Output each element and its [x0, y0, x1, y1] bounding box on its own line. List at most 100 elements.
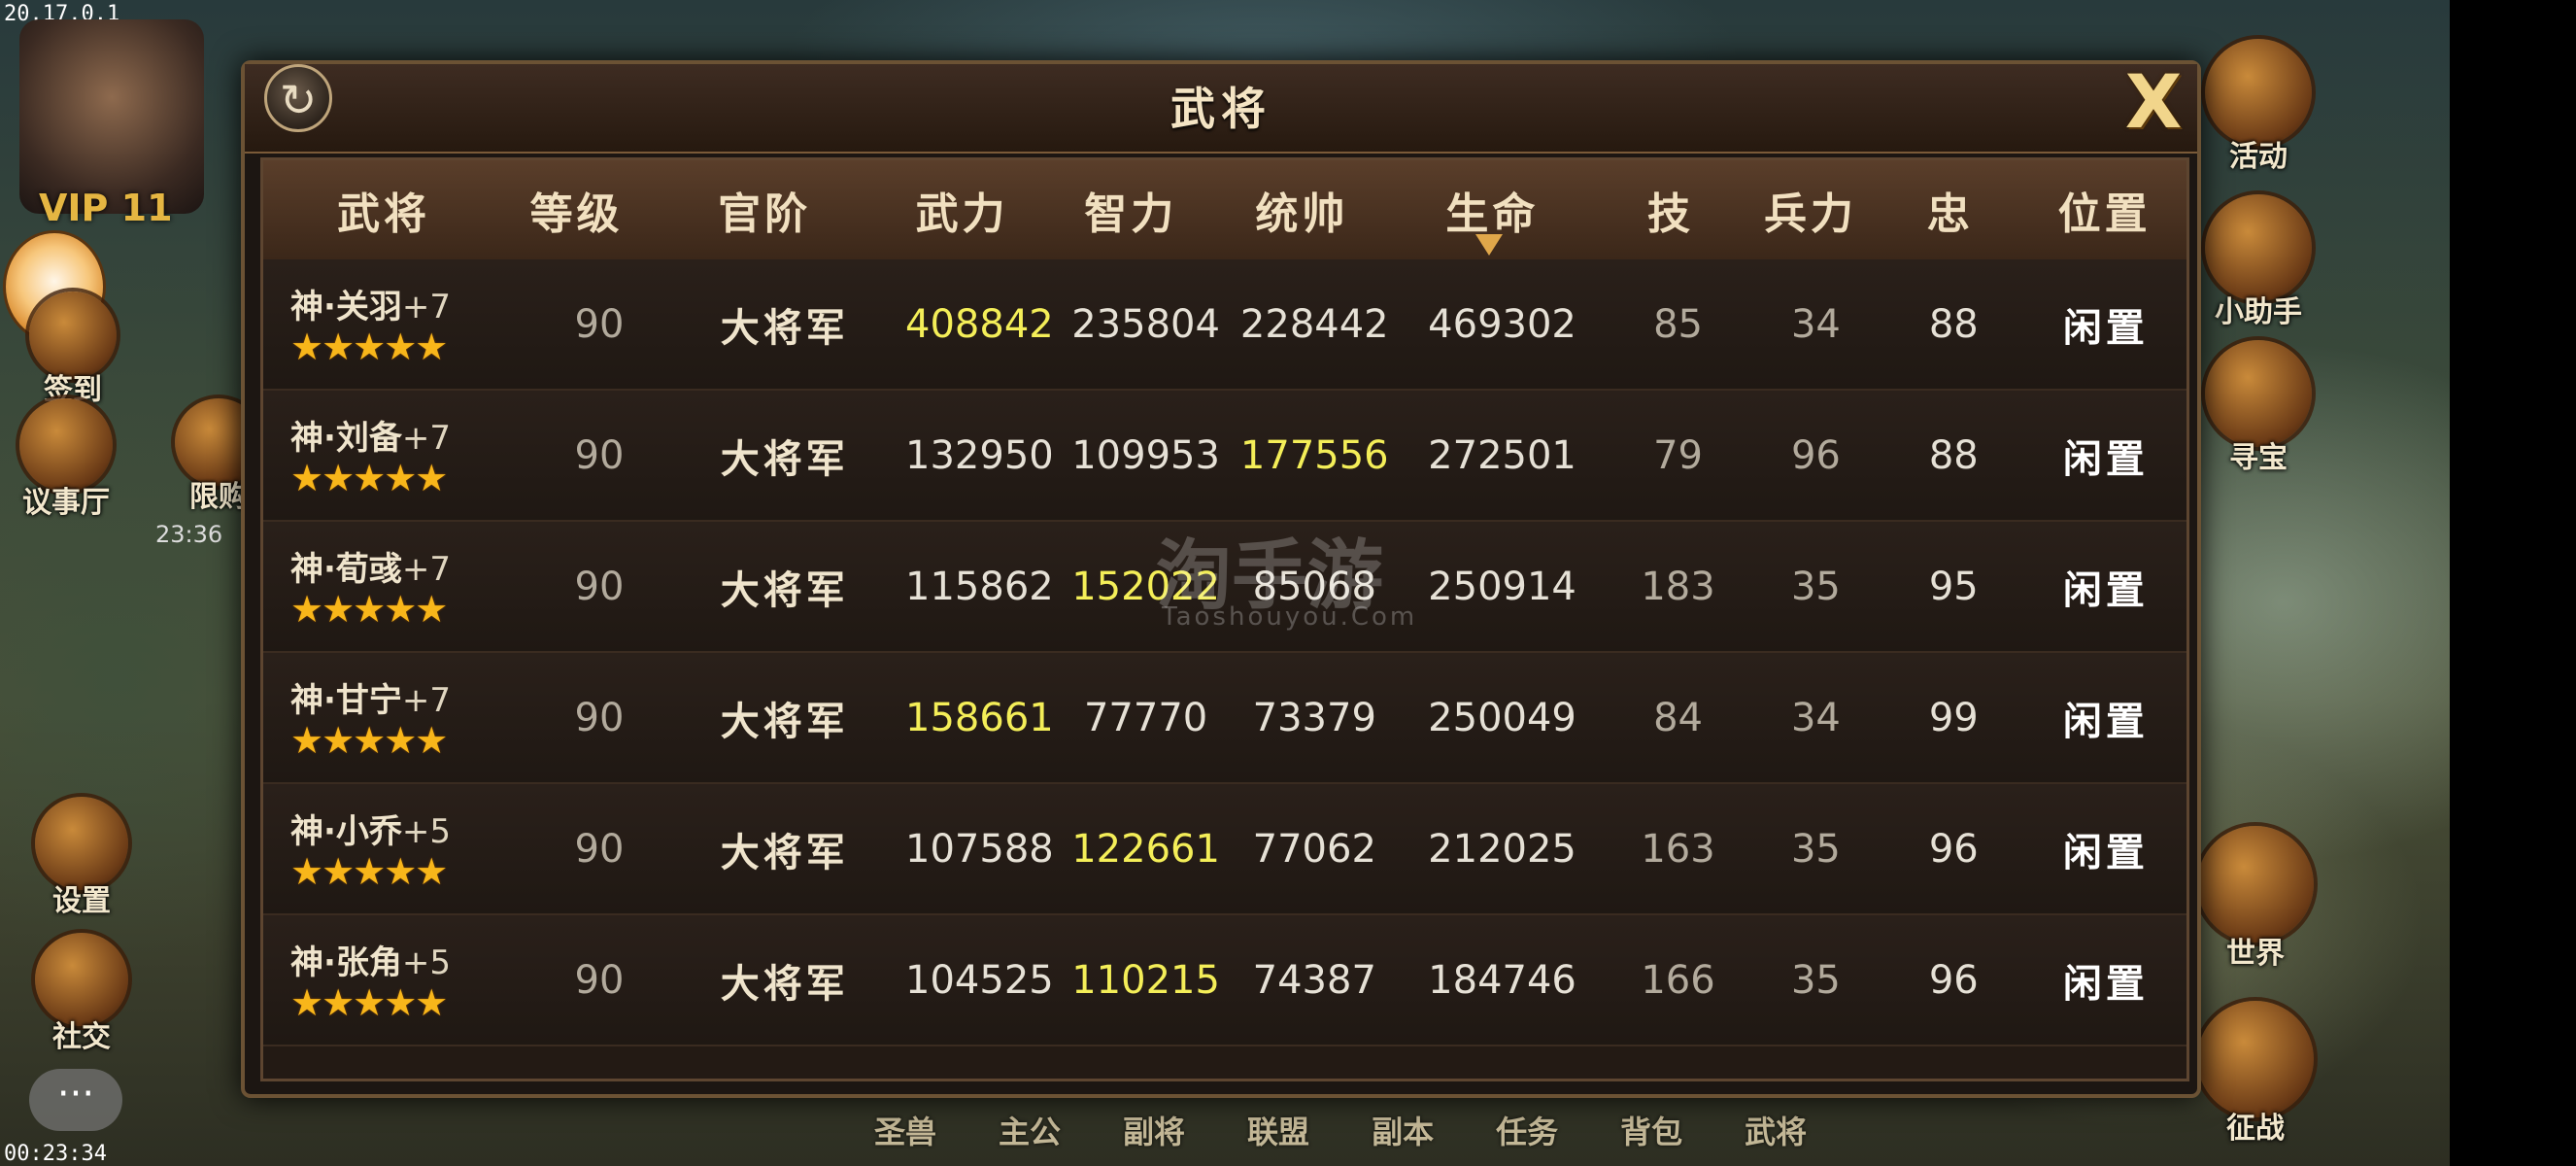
bottom-nav: 圣兽 主公 副将 联盟 副本 任务 背包 武将 [874, 1108, 1807, 1152]
position-cell[interactable]: 闲置 [2025, 428, 2186, 484]
general-name: 神·小乔+5 [290, 805, 451, 852]
limited-buy-timer: 23:36 [155, 521, 223, 548]
general-name: 神·张角+5 [290, 936, 451, 983]
command-cell: 77062 [1252, 826, 1376, 872]
general-name-text: 神·张角 [290, 943, 402, 982]
table-row[interactable]: 神·张角+5 ★★★★★ 90 大将军 104525 110215 74387 184746 1… [263, 915, 2186, 1046]
table-row[interactable]: 神·关羽+7 ★★★★★ 90 大将军 408842 235804 228442 469302… [263, 259, 2186, 391]
close-button[interactable]: X [2118, 65, 2189, 139]
general-cell: 神·甘宁+7 ★★★★★ [263, 673, 528, 762]
skill-cell: 85 [1653, 301, 1703, 347]
star-rating-icon: ★★★★★ [290, 850, 448, 893]
dialog-title: 武将 [1170, 83, 1271, 135]
council-label: 议事厅 [22, 486, 110, 520]
campaign-button[interactable]: 征战 [2197, 1001, 2314, 1147]
letterbox-right [2450, 0, 2576, 1166]
nav-deputy[interactable]: 副将 [1123, 1108, 1185, 1152]
general-name-text: 神·刘备 [290, 419, 402, 458]
header-rank[interactable]: 官阶 [649, 179, 880, 241]
chest-icon [2205, 340, 2312, 447]
intel-cell: 122661 [1071, 826, 1220, 872]
life-cell: 212025 [1428, 826, 1576, 872]
skill-cell: 79 [1653, 432, 1703, 478]
rank-cell: 大将军 [720, 699, 849, 744]
nav-lord[interactable]: 主公 [999, 1108, 1061, 1152]
assistant-button[interactable]: 小助手 [2205, 194, 2312, 330]
signin-button[interactable]: 签到 [29, 292, 117, 408]
table-row[interactable]: 神·刘备+7 ★★★★★ 90 大将军 132950 109953 177556 272501… [263, 391, 2186, 522]
social-button[interactable]: 社交 [35, 933, 128, 1055]
general-cell: 神·刘备+7 ★★★★★ [263, 411, 528, 499]
loyalty-cell: 88 [1928, 301, 1979, 347]
position-cell[interactable]: 闲置 [2025, 690, 2186, 746]
rank-cell: 大将军 [720, 436, 849, 482]
star-rating-icon: ★★★★★ [290, 719, 448, 762]
limited-buy-label: 限购 [189, 480, 248, 514]
rank-cell: 大将军 [720, 567, 849, 613]
general-name: 神·刘备+7 [290, 411, 451, 459]
loyalty-cell: 96 [1928, 957, 1979, 1003]
header-skill[interactable]: 技 [1599, 179, 1744, 241]
nav-generals[interactable]: 武将 [1745, 1108, 1807, 1152]
activity-button[interactable]: 活动 [2205, 39, 2312, 175]
general-plus: +7 [401, 550, 452, 589]
position-cell[interactable]: 闲置 [2025, 296, 2186, 353]
header-intel[interactable]: 智力 [1044, 179, 1218, 241]
player-avatar[interactable] [19, 19, 204, 214]
header-position[interactable]: 位置 [2022, 179, 2186, 241]
campaign-label: 征战 [2226, 1112, 2285, 1146]
world-button[interactable]: 世界 [2197, 826, 2314, 972]
header-force[interactable]: 武力 [880, 179, 1044, 241]
force-cell: 132950 [905, 432, 1054, 478]
refresh-button[interactable]: ↻ [264, 64, 332, 132]
header-life[interactable]: 生命 [1386, 179, 1598, 241]
troops-cell: 96 [1790, 432, 1841, 478]
header-troops[interactable]: 兵力 [1743, 179, 1878, 241]
star-rating-icon: ★★★★★ [290, 588, 448, 631]
level-cell: 90 [574, 564, 625, 609]
force-cell: 115862 [905, 564, 1054, 609]
force-cell: 158661 [905, 695, 1054, 740]
life-cell: 184746 [1428, 957, 1576, 1003]
skill-cell: 84 [1653, 695, 1703, 740]
scroll-icon [2205, 194, 2312, 301]
position-cell[interactable]: 闲置 [2025, 559, 2186, 615]
nav-quest[interactable]: 任务 [1496, 1108, 1558, 1152]
life-cell: 250049 [1428, 695, 1576, 740]
chat-button[interactable]: ··· [29, 1069, 122, 1131]
command-cell: 73379 [1252, 695, 1376, 740]
settings-button[interactable]: 设置 [35, 797, 128, 919]
loyalty-cell: 88 [1928, 432, 1979, 478]
rank-cell: 大将军 [720, 830, 849, 875]
header-general[interactable]: 武将 [263, 179, 504, 241]
general-cell: 神·张角+5 ★★★★★ [263, 936, 528, 1024]
star-rating-icon: ★★★★★ [290, 457, 448, 499]
rank-cell: 大将军 [720, 305, 849, 351]
command-cell: 177556 [1239, 432, 1389, 478]
level-cell: 90 [574, 432, 625, 478]
treasure-button[interactable]: 寻宝 [2205, 340, 2312, 476]
dialog-header: 武将 [245, 64, 2197, 154]
header-command[interactable]: 统帅 [1218, 179, 1387, 241]
nav-beast[interactable]: 圣兽 [874, 1108, 936, 1152]
nav-dungeon[interactable]: 副本 [1372, 1108, 1434, 1152]
position-cell[interactable]: 闲置 [2025, 952, 2186, 1009]
force-cell: 104525 [905, 957, 1054, 1003]
position-cell[interactable]: 闲置 [2025, 821, 2186, 877]
header-loyalty[interactable]: 忠 [1878, 179, 2022, 241]
intel-cell: 109953 [1071, 432, 1220, 478]
general-name: 神·关羽+7 [290, 280, 451, 327]
intel-cell: 110215 [1071, 957, 1220, 1003]
council-button[interactable]: 议事厅 [19, 398, 113, 521]
assistant-label: 小助手 [2215, 295, 2302, 329]
sort-down-icon [1475, 234, 1503, 256]
life-cell: 469302 [1428, 301, 1576, 347]
nav-alliance[interactable]: 联盟 [1247, 1108, 1309, 1152]
settings-label: 设置 [52, 884, 111, 918]
nav-bag[interactable]: 背包 [1620, 1108, 1682, 1152]
table-row[interactable]: 神·小乔+5 ★★★★★ 90 大将军 107588 122661 77062 212025 1… [263, 784, 2186, 915]
header-level[interactable]: 等级 [504, 179, 649, 241]
intel-cell: 235804 [1071, 301, 1220, 347]
force-cell: 408842 [905, 301, 1054, 347]
table-row[interactable]: 神·甘宁+7 ★★★★★ 90 大将军 158661 77770 73379 250049 84… [263, 653, 2186, 784]
